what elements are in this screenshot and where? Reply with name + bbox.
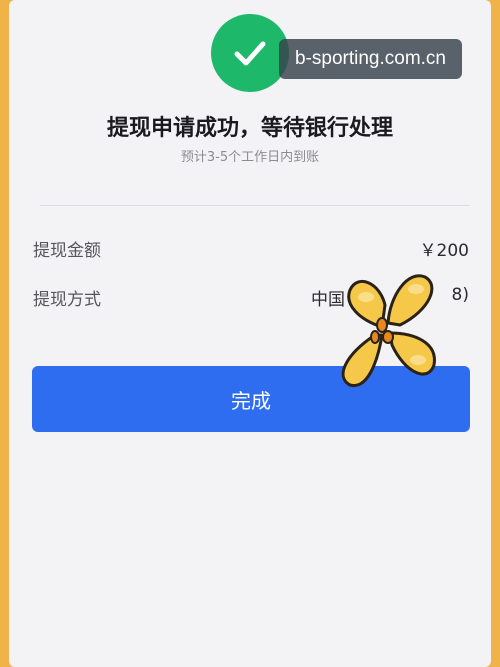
method-value-tail: 8) (451, 285, 469, 305)
method-label: 提现方式 (33, 290, 101, 310)
amount-label: 提现金额 (33, 241, 101, 261)
amount-value: ￥200 (419, 241, 469, 261)
flower-sticker-icon (330, 265, 445, 404)
success-check-icon (211, 14, 289, 92)
result-subtitle: 预计3-5个工作日内到账 (180, 150, 320, 165)
watermark-label: b-sporting.com.cn (279, 39, 462, 79)
result-title: 提现申请成功，等待银行处理 (106, 116, 393, 141)
divider (40, 205, 470, 206)
